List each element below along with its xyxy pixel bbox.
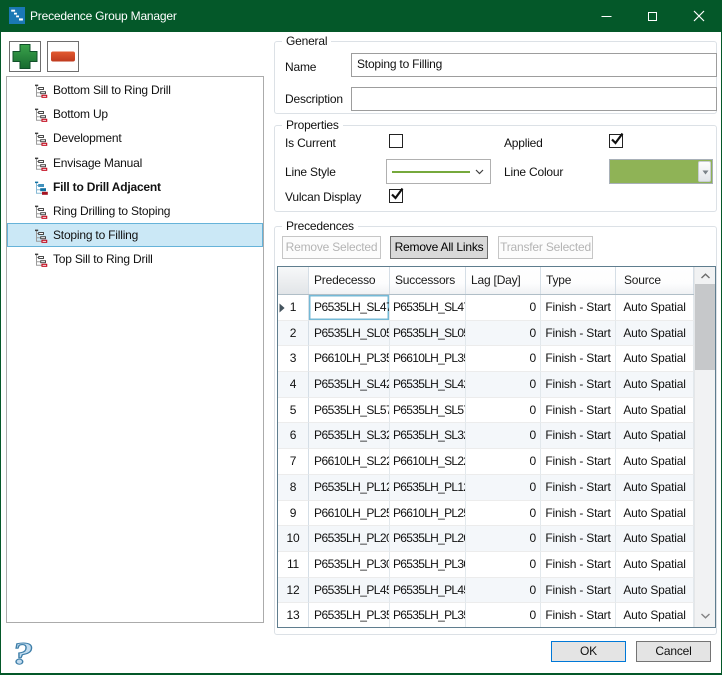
svg-text:?: ? [12,637,33,671]
